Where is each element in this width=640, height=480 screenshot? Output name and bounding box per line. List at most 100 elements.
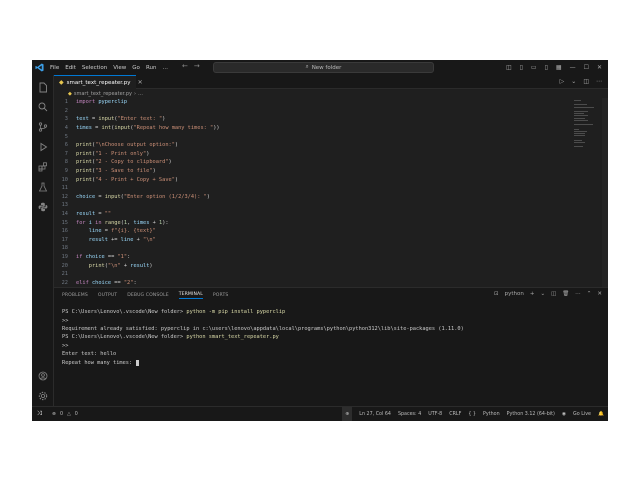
- run-debug-icon[interactable]: [35, 140, 51, 154]
- line-number: 8: [64, 159, 68, 166]
- tab-terminal[interactable]: TERMINAL: [178, 292, 203, 299]
- code-line[interactable]: 4 times = int(input("Repeat how many time…: [54, 124, 554, 133]
- code-line[interactable]: 21: [54, 270, 554, 279]
- layout-icon[interactable]: ▦: [556, 64, 562, 71]
- code-line[interactable]: 7 print("1 - Print only"): [54, 150, 554, 159]
- terminal-shell-name[interactable]: python: [505, 291, 524, 297]
- search-icon: ⌕: [305, 64, 309, 70]
- close-tab-icon[interactable]: ✕: [138, 79, 143, 86]
- close-panel-icon[interactable]: ✕: [597, 291, 602, 297]
- tab-ports[interactable]: PORTS: [213, 293, 228, 298]
- code-line[interactable]: 13: [54, 201, 554, 210]
- nav-arrows: ← →: [182, 62, 200, 70]
- panel-actions: ⊡ python + ⌄ ◫ 🗑 ⋯ ⌃ ✕: [494, 291, 602, 297]
- terminal-output[interactable]: PS C:\Users\Lenovo\.vscode\New folder> p…: [62, 308, 464, 367]
- code-line[interactable]: 16 line = f"{i}. {text}": [54, 227, 554, 236]
- code-line[interactable]: 20 print("\n" + result): [54, 261, 554, 270]
- code-line[interactable]: 8 print("2 - Copy to clipboard"): [54, 158, 554, 167]
- python-interpreter[interactable]: Python 3.12 (64-bit): [507, 412, 555, 417]
- toggle-panel-icon[interactable]: ▭: [531, 64, 537, 71]
- run-file-icon[interactable]: ▷: [560, 78, 565, 85]
- code-text: import pyperclip: [76, 99, 128, 106]
- source-control-icon[interactable]: [35, 120, 51, 134]
- menu-more[interactable]: …: [162, 65, 168, 71]
- code-line[interactable]: 11: [54, 184, 554, 193]
- code-line[interactable]: 2: [54, 107, 554, 116]
- forward-arrow-icon[interactable]: →: [194, 62, 200, 70]
- split-editor-icon[interactable]: ◫: [583, 78, 589, 85]
- chevron-down-icon[interactable]: ⌄: [571, 78, 576, 85]
- minimize-icon[interactable]: —: [570, 64, 576, 71]
- kill-terminal-icon[interactable]: 🗑: [562, 291, 569, 297]
- indentation[interactable]: Spaces: 4: [398, 412, 421, 417]
- split-terminal-icon[interactable]: ◫: [551, 291, 556, 297]
- code-line[interactable]: 1 import pyperclip: [54, 98, 554, 107]
- toggle-sidebar-icon[interactable]: ▯: [520, 64, 523, 71]
- code-line[interactable]: 6 print("\nChoose output option:"): [54, 141, 554, 150]
- account-icon[interactable]: [35, 369, 51, 383]
- code-line[interactable]: 3 text = input("Enter text: "): [54, 115, 554, 124]
- maximize-panel-icon[interactable]: ⌃: [587, 291, 592, 297]
- python-icon[interactable]: [35, 200, 51, 214]
- minimap-line: [574, 111, 589, 112]
- cursor-position[interactable]: Ln 27, Col 64: [359, 412, 391, 417]
- minimap[interactable]: [574, 100, 602, 160]
- new-terminal-icon[interactable]: +: [530, 291, 535, 297]
- menu-file[interactable]: File: [50, 65, 59, 71]
- go-live-button[interactable]: Go Live: [573, 412, 591, 417]
- testing-icon[interactable]: [35, 180, 51, 194]
- editor-scrollbar[interactable]: [602, 98, 608, 287]
- line-ending[interactable]: CRLF: [449, 412, 461, 417]
- close-window-icon[interactable]: ✕: [597, 64, 602, 71]
- code-line[interactable]: 10 print("4 - Print + Copy + Save"): [54, 175, 554, 184]
- vscode-logo-icon: [32, 60, 46, 75]
- code-line[interactable]: 15 for i in range(1, times + 1):: [54, 218, 554, 227]
- tab-smart-text-repeater[interactable]: ◆ smart_text_repeater.py ✕: [54, 75, 143, 89]
- search-icon[interactable]: [35, 100, 51, 114]
- terminal-line: Enter text: hello: [62, 351, 117, 358]
- terminal-line: PS C:\Users\Lenovo\.vscode\New folder> p…: [62, 334, 279, 341]
- tab-debug-console[interactable]: DEBUG CONSOLE: [127, 293, 169, 298]
- back-arrow-icon[interactable]: ←: [182, 62, 188, 70]
- tab-problems[interactable]: PROBLEMS: [62, 293, 88, 298]
- more-actions-icon[interactable]: ⋯: [575, 291, 581, 297]
- command-center-search[interactable]: ⌕ New folder: [213, 62, 434, 73]
- code-text: print("\n" + result): [88, 262, 153, 269]
- error-count[interactable]: 0: [60, 412, 63, 417]
- remote-indicator-icon[interactable]: ⤨: [32, 407, 46, 422]
- breadcrumb-file[interactable]: smart_text_repeater.py: [74, 91, 132, 97]
- code-line[interactable]: 17 result += line + "\n": [54, 236, 554, 245]
- code-text: print("4 - Print + Copy + Save"): [76, 176, 179, 183]
- code-line[interactable]: 12 choice = input("Enter option (1/2/3/4)…: [54, 193, 554, 202]
- breadcrumb-rest[interactable]: …: [138, 91, 143, 97]
- code-line[interactable]: 5: [54, 132, 554, 141]
- tab-output[interactable]: OUTPUT: [98, 293, 117, 298]
- maximize-icon[interactable]: ☐: [584, 64, 589, 71]
- code-line[interactable]: 22 elif choice == "2":: [54, 279, 554, 287]
- menu-run[interactable]: Run: [146, 65, 157, 71]
- notifications-bell-icon[interactable]: 🔔: [598, 412, 604, 417]
- chevron-down-icon[interactable]: ⌄: [540, 291, 545, 297]
- toggle-secondary-sidebar-icon[interactable]: ▯: [545, 64, 548, 71]
- code-line[interactable]: 14 result = "": [54, 210, 554, 219]
- minimap-line: [574, 146, 583, 148]
- breadcrumb: ◆ smart_text_repeater.py › …: [54, 89, 143, 98]
- more-actions-icon[interactable]: ⋯: [596, 78, 602, 85]
- settings-gear-icon[interactable]: [35, 389, 51, 403]
- explorer-icon[interactable]: [35, 80, 51, 94]
- menu-view[interactable]: View: [113, 65, 126, 71]
- language-mode[interactable]: Python: [483, 412, 500, 417]
- encoding[interactable]: UTF-8: [428, 412, 442, 417]
- code-line[interactable]: 19 if choice == "1":: [54, 253, 554, 262]
- menu-go[interactable]: Go: [132, 65, 140, 71]
- code-editor[interactable]: 1 import pyperclip 2 3 text = input("Enter t…: [54, 98, 608, 287]
- menu-selection[interactable]: Selection: [82, 65, 107, 71]
- copilot-icon[interactable]: ◫: [506, 64, 512, 71]
- menu-edit[interactable]: Edit: [65, 65, 76, 71]
- warning-count[interactable]: 0: [75, 412, 78, 417]
- code-line[interactable]: 18: [54, 244, 554, 253]
- zoom-icon[interactable]: ⊕: [342, 407, 353, 421]
- search-text: New folder: [311, 64, 342, 71]
- code-line[interactable]: 9 print("3 - Save to file"): [54, 167, 554, 176]
- extensions-icon[interactable]: [35, 160, 51, 174]
